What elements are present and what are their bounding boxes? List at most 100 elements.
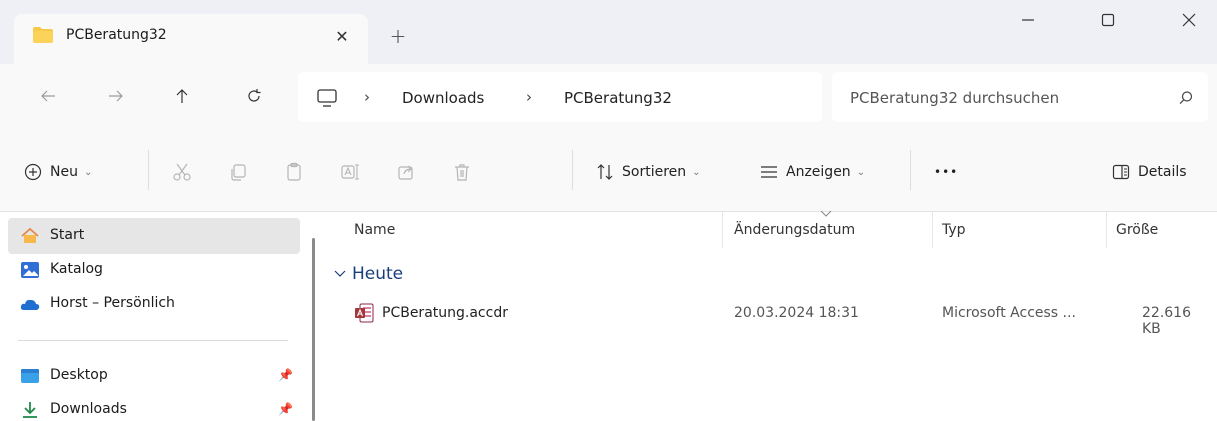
table-row[interactable]: PCBeratung.accdr 20.03.2024 18:31 Micros… <box>334 300 1214 337</box>
share-icon <box>398 165 413 180</box>
command-bar: Neu ⌄ Sortieren ⌄ Anzeigen ⌄ ••• Details <box>0 128 1217 212</box>
sort-button-label: Sortieren <box>622 164 687 180</box>
group-label: Heute <box>352 264 404 284</box>
close-icon <box>1182 13 1196 27</box>
close-tab-icon[interactable]: ✕ <box>330 24 354 48</box>
file-name: PCBeratung.accdr <box>382 305 508 321</box>
column-header-type[interactable]: Typ <box>942 222 966 238</box>
scissors-icon <box>173 163 191 181</box>
sidebar-item-start[interactable]: Start <box>8 218 300 254</box>
tab-title: PCBeratung32 <box>66 27 167 43</box>
share-button[interactable] <box>396 158 416 186</box>
file-date: 20.03.2024 18:31 <box>734 305 859 321</box>
sort-button[interactable]: Sortieren ⌄ <box>596 158 701 186</box>
copy-icon <box>231 164 246 181</box>
group-header-today[interactable]: Heute <box>334 264 403 284</box>
computer-icon <box>317 89 337 107</box>
sidebar-item-label: Start <box>50 227 85 243</box>
sidebar-scrollbar[interactable] <box>312 238 315 421</box>
toolbar-divider <box>148 150 149 190</box>
new-button[interactable]: Neu ⌄ <box>24 158 92 186</box>
path-box[interactable]: › Downloads › PCBeratung32 <box>298 72 822 122</box>
view-button-label: Anzeigen <box>786 164 851 180</box>
sidebar-item-downloads[interactable]: Downloads 📌 <box>8 392 300 421</box>
sidebar-item-label: Downloads <box>50 401 127 417</box>
sidebar-item-onedrive[interactable]: Horst – Persönlich <box>8 286 300 322</box>
sidebar-item-label: Katalog <box>50 261 103 277</box>
breadcrumb-separator: › <box>526 88 532 106</box>
clipboard-icon <box>287 162 301 181</box>
search-placeholder: PCBeratung32 durchsuchen <box>850 89 1060 107</box>
chevron-down-icon: ⌄ <box>692 166 701 178</box>
title-bar: PCBeratung32 ✕ + <box>0 0 1217 64</box>
folder-icon <box>33 27 53 43</box>
home-icon <box>21 227 39 243</box>
breadcrumb-downloads[interactable]: Downloads <box>402 89 484 107</box>
column-divider <box>932 212 933 248</box>
chevron-down-icon <box>334 270 346 277</box>
gallery-icon <box>21 262 39 278</box>
new-tab-button[interactable]: + <box>386 24 410 48</box>
paste-button[interactable] <box>284 158 304 186</box>
column-header-name[interactable]: Name <box>354 222 395 238</box>
view-lines-icon <box>761 166 777 178</box>
rename-button[interactable] <box>340 158 360 186</box>
search-icon <box>1179 91 1193 105</box>
chevron-down-icon: ⌄ <box>83 166 93 178</box>
details-button[interactable]: Details <box>1112 158 1187 186</box>
onedrive-icon <box>20 299 40 310</box>
sidebar-divider <box>18 340 288 341</box>
column-divider <box>1106 212 1107 248</box>
file-list: Name Änderungsdatum Typ Größe Heute PCBe… <box>320 210 1217 421</box>
desktop-icon <box>21 369 39 383</box>
sidebar-item-label: Desktop <box>50 367 108 383</box>
toolbar-divider <box>572 150 573 190</box>
close-window-button[interactable] <box>1161 0 1217 40</box>
column-header-date[interactable]: Änderungsdatum <box>734 222 855 238</box>
refresh-icon <box>248 89 261 102</box>
new-button-label: Neu <box>50 164 78 180</box>
navigation-pane: Start Katalog Horst – Persönlich Desktop… <box>0 212 320 421</box>
trash-icon <box>455 164 469 181</box>
sidebar-item-label: Horst – Persönlich <box>50 295 175 311</box>
arrow-left-icon <box>41 90 55 102</box>
arrow-up-icon <box>176 89 188 103</box>
toolbar-divider <box>910 150 911 190</box>
maximize-button[interactable] <box>1080 0 1136 40</box>
details-pane-icon <box>1112 164 1130 180</box>
breadcrumb-separator: › <box>364 88 370 106</box>
file-type: Microsoft Access ... <box>942 305 1076 321</box>
sort-caret-icon <box>820 210 832 217</box>
access-file-icon <box>355 303 374 323</box>
cut-button[interactable] <box>172 158 192 186</box>
delete-button[interactable] <box>452 158 472 186</box>
copy-button[interactable] <box>228 158 248 186</box>
sidebar-item-katalog[interactable]: Katalog <box>8 252 300 288</box>
file-size: 22.616 KB <box>1142 305 1191 337</box>
sort-icon <box>597 164 613 180</box>
column-divider <box>722 212 723 248</box>
maximize-icon <box>1101 13 1115 27</box>
sidebar-item-desktop[interactable]: Desktop 📌 <box>8 358 300 394</box>
address-bar: › Downloads › PCBeratung32 PCBeratung32 … <box>0 64 1217 128</box>
search-box[interactable]: PCBeratung32 durchsuchen <box>832 72 1208 122</box>
minimize-button[interactable] <box>1000 0 1056 40</box>
breadcrumb-pcberatung32[interactable]: PCBeratung32 <box>564 89 672 107</box>
rename-icon <box>341 164 359 180</box>
minimize-icon <box>1022 19 1034 21</box>
view-button[interactable]: Anzeigen ⌄ <box>760 158 865 186</box>
refresh-button[interactable] <box>240 82 268 110</box>
up-button[interactable] <box>168 82 196 110</box>
download-icon <box>23 402 37 418</box>
column-header-size[interactable]: Größe <box>1116 222 1158 238</box>
chevron-down-icon: ⌄ <box>856 166 866 178</box>
more-options-button[interactable]: ••• <box>934 158 958 186</box>
forward-button[interactable] <box>102 82 130 110</box>
arrow-right-icon <box>109 90 123 102</box>
add-circle-icon <box>24 163 42 181</box>
pin-icon[interactable]: 📌 <box>278 368 293 384</box>
back-button[interactable] <box>34 82 62 110</box>
pin-icon[interactable]: 📌 <box>278 402 293 418</box>
tab-pcberatung32[interactable]: PCBeratung32 ✕ <box>14 14 368 64</box>
details-button-label: Details <box>1138 164 1187 180</box>
